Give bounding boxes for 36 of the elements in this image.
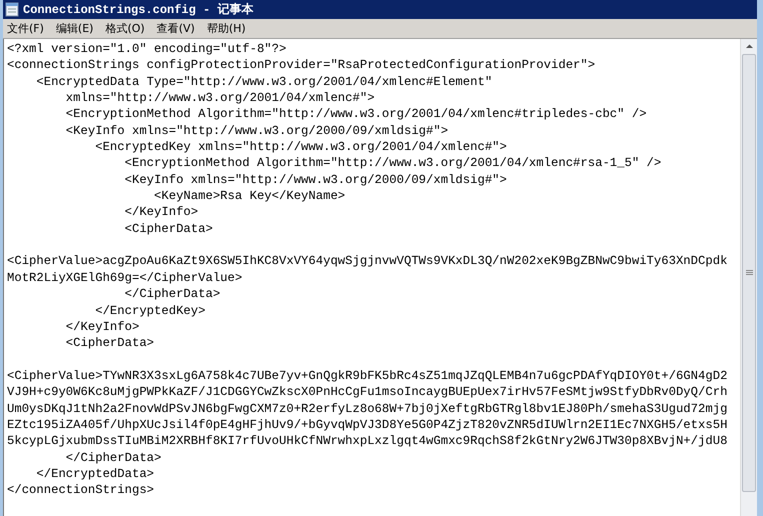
code-line: xmlns="http://www.w3.org/2001/04/xmlenc#"> bbox=[64, 91, 375, 106]
code-line: <KeyInfo xmlns="http://www.w3.org/2000/09/xmldsig#"> bbox=[124, 172, 507, 187]
menu-item[interactable]: 帮助(H) bbox=[206, 21, 246, 36]
code-line: </EncryptedData> bbox=[35, 466, 154, 481]
code-line: <CipherData> bbox=[64, 336, 154, 350]
menu-item[interactable]: 查看(V) bbox=[156, 21, 195, 36]
code-line: 5kcypLGjxubmDssTIuMBiM2XRBHf8KI7rfUvoUHkCfNWrwhxpLxzlgqt4wGmxc9RqchS8f2kGtNry2W6JTW30p8XBvjN+/jdU8 bbox=[7, 434, 728, 448]
code-line: Um0ysDKqJ1tNh2a2FnovWdPSvJN6bgFwgCXM7z0+R2erfyLz8o68W+7bj0jXeftgRbGTRgl8bv1EJ80Ph/smehaS3Ugud72mjg bbox=[7, 402, 728, 416]
scrollbar[interactable] bbox=[740, 39, 757, 516]
code-line: <CipherValue>TYwNR3X3sxLg6A758k4c7UBe7yv+GnQgkR9bFK5bRc4sZ51mqJZqQLEMB4n7u6gcPDAfYqDIOY0t+/6GN4gD2 bbox=[7, 368, 728, 383]
code-line: <KeyName>Rsa Key</KeyName> bbox=[153, 189, 346, 204]
code-line: EZtc195iZA405f/UhpXUcJsil4f0pE4gHFjhUv9/+bGyvqWpVJ3D8Ye5G0P4ZjzT820vZNR5dIUWlrn2EI1Ec7NXGH5/etxs5H bbox=[7, 418, 728, 432]
code-line: <connectionStrings configProtectionProvider="RsaProtectedConfigurationProvider"> bbox=[7, 58, 596, 72]
menu-item[interactable]: 编辑(E) bbox=[56, 21, 94, 36]
code-line: </KeyInfo> bbox=[124, 205, 198, 220]
menu-item[interactable]: 文件(F) bbox=[7, 21, 44, 36]
code-line: <EncryptionMethod Algorithm="http://www.w3.org/2001/04/xmlenc#rsa-1_5" /> bbox=[124, 156, 662, 170]
code-line: <CipherValue>acgZpoAu6KaZt9X6SW5IhKC8VxVY64yqwSjgjnvwVQTWs9VKxDL3Q/nW202xeK9BgZBNwC9bwiTy63XnDCpdk bbox=[7, 254, 728, 268]
code-line: </KeyInfo> bbox=[64, 320, 140, 334]
code-line: <?xml version="1.0" encoding="utf-8"?> bbox=[7, 42, 286, 56]
window-title: ConnectionStrings.config - 记事本 bbox=[23, 2, 254, 18]
notepad-icon bbox=[5, 2, 19, 17]
code-line: <EncryptionMethod Algorithm="http://www.w3.org/2001/04/xmlenc#tripledes-cbc" /> bbox=[64, 107, 647, 122]
code-line: </CipherData> bbox=[124, 287, 220, 302]
code-line: <CipherData> bbox=[124, 222, 213, 236]
code-line: VJ9H+c9y0W6Kc8uMjgPWPkKaZF/J1CDGGYCwZkscX0PnHcCgFu1msoIncaygBUEpUex7irHv57FeSMtjw9StfyDbRv0DyQ/Crh bbox=[7, 385, 728, 400]
code-line: </connectionStrings> bbox=[7, 483, 154, 498]
code-line: </EncryptedKey> bbox=[94, 304, 206, 318]
menu-item[interactable]: 格式(O) bbox=[105, 21, 145, 36]
code-line: MotR2LiyXGElGh69g=</CipherValue> bbox=[7, 270, 242, 285]
code-line: <EncryptedData Type="http://www.w3.org/2001/04/xmlenc#Element" bbox=[35, 74, 492, 89]
grip-icon bbox=[746, 270, 752, 276]
code-line: </CipherData> bbox=[64, 450, 162, 465]
code-line: <KeyInfo xmlns="http://www.w3.org/2000/09/xmldsig#"> bbox=[64, 124, 448, 138]
code-line: <EncryptedKey xmlns="http://www.w3.org/2001/04/xmlenc#"> bbox=[94, 140, 507, 154]
scrollbar-thumb[interactable] bbox=[742, 54, 756, 492]
